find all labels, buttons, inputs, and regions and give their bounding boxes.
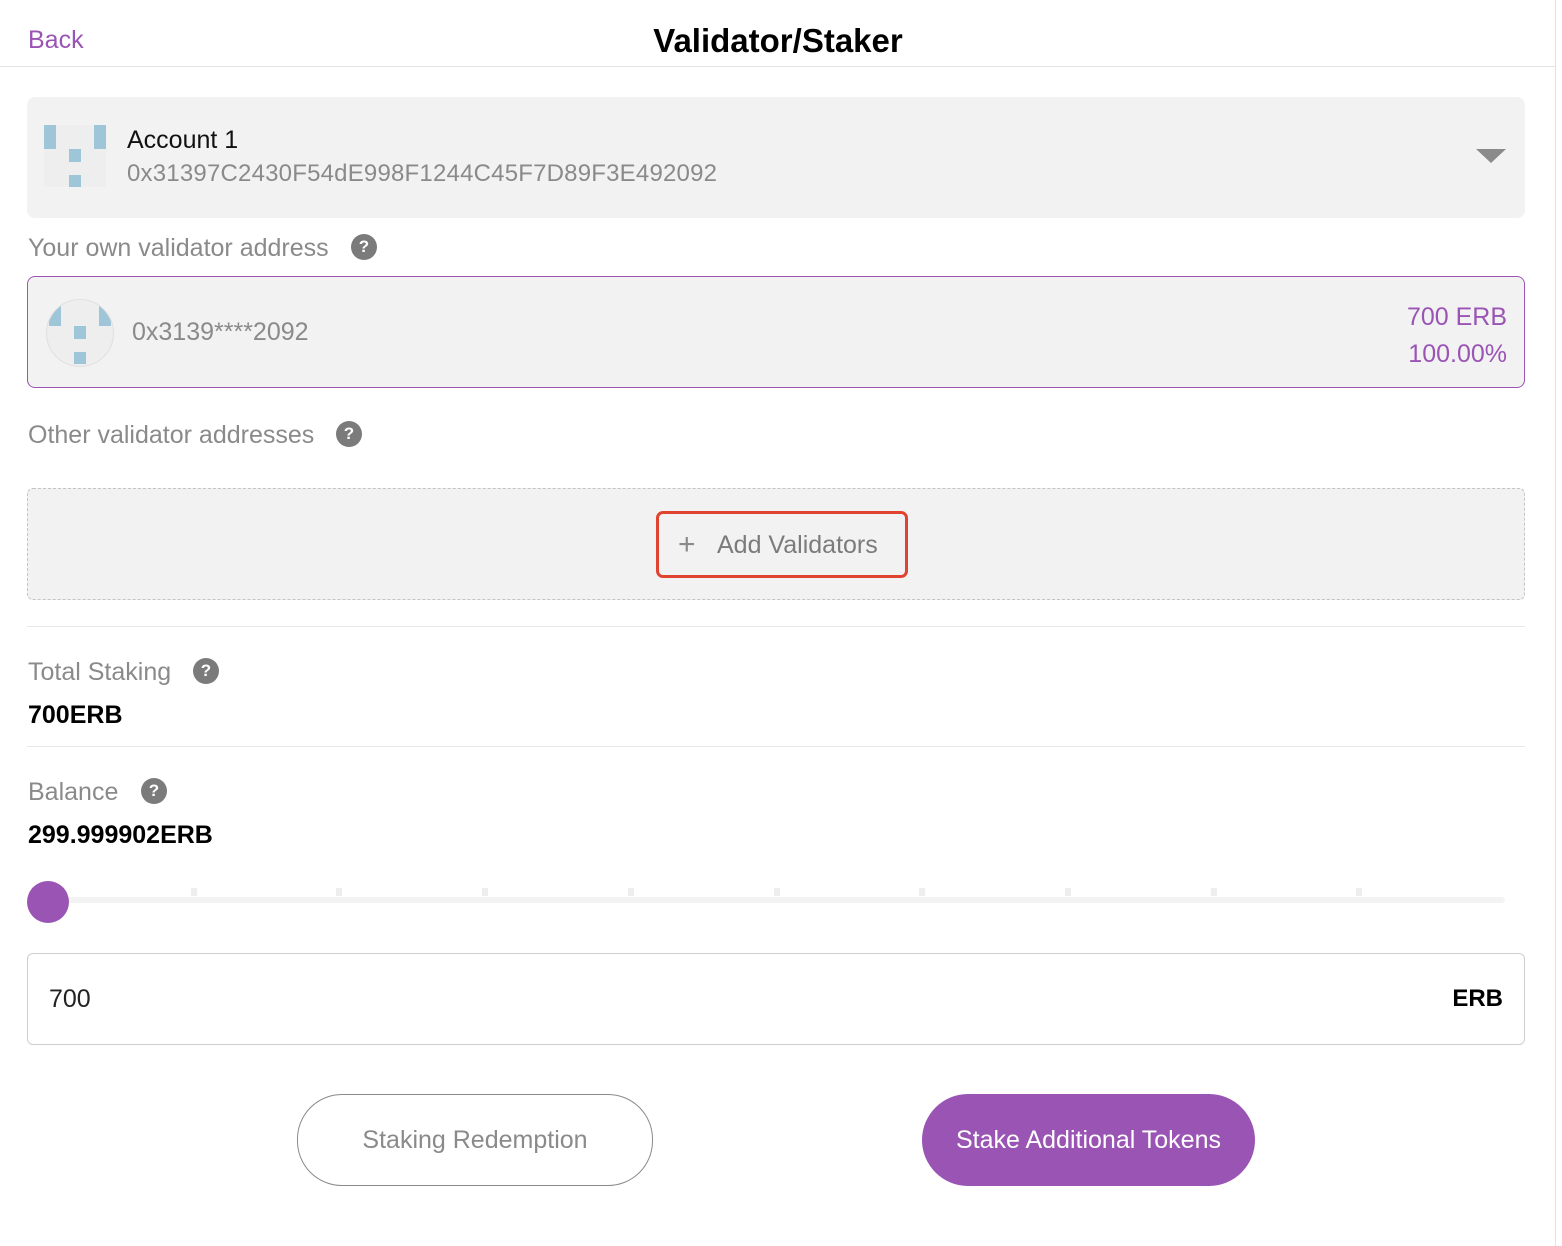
staking-redemption-button[interactable]: Staking Redemption [297,1094,653,1186]
own-validator-amount: 700 ERB [1406,303,1507,331]
slider-tick [190,888,197,896]
help-icon[interactable]: ? [351,234,377,260]
header-bar: Back Validator/Staker [0,0,1556,67]
own-validator-percent: 100.00% [1408,340,1507,368]
slider-tick [627,888,634,896]
help-icon[interactable]: ? [193,658,219,684]
stake-additional-tokens-button[interactable]: Stake Additional Tokens [922,1094,1255,1186]
slider-tick [1064,888,1071,896]
caret-down-icon[interactable] [1476,149,1506,163]
balance-value: 299.999902ERB [28,821,213,849]
total-staking-label: Total Staking [28,658,172,686]
help-icon[interactable]: ? [336,421,362,447]
window-edge [1555,0,1562,1246]
slider-tick [1356,888,1363,896]
balance-label: Balance [28,778,119,806]
slider-tick [482,888,489,896]
account-selector[interactable]: Account 1 0x31397C2430F54dE998F1244C45F7… [27,97,1525,218]
total-staking-value: 700ERB [28,701,123,729]
slider-tick [773,888,780,896]
own-validator-address: 0x3139****2092 [132,318,309,346]
help-icon[interactable]: ? [141,778,167,804]
stake-amount-input[interactable]: 700 ERB [27,953,1525,1045]
stake-amount-value: 700 [49,985,91,1013]
slider-tick [1210,888,1217,896]
plus-icon: + [678,528,696,561]
validator-identicon [49,302,111,364]
divider [27,746,1525,747]
stake-amount-unit: ERB [1452,985,1503,1012]
own-validator-card[interactable]: 0x3139****2092 700 ERB 100.00% [27,276,1525,388]
account-address: 0x31397C2430F54dE998F1244C45F7D89F3E4920… [127,160,718,187]
slider-tick [336,888,343,896]
other-validators-label: Other validator addresses [28,421,315,449]
account-identicon [44,125,106,187]
stake-slider-track[interactable] [45,897,1505,903]
add-validators-label: Add Validators [717,531,878,559]
page-title: Validator/Staker [653,22,903,59]
stake-slider-thumb[interactable] [27,881,69,923]
validator-avatar [46,299,114,367]
divider [27,626,1525,627]
account-name: Account 1 [127,126,239,154]
add-validators-button[interactable]: + Add Validators [656,511,908,578]
own-validator-label: Your own validator address [28,234,329,262]
add-validators-area: + Add Validators [27,488,1525,600]
slider-tick [919,888,926,896]
